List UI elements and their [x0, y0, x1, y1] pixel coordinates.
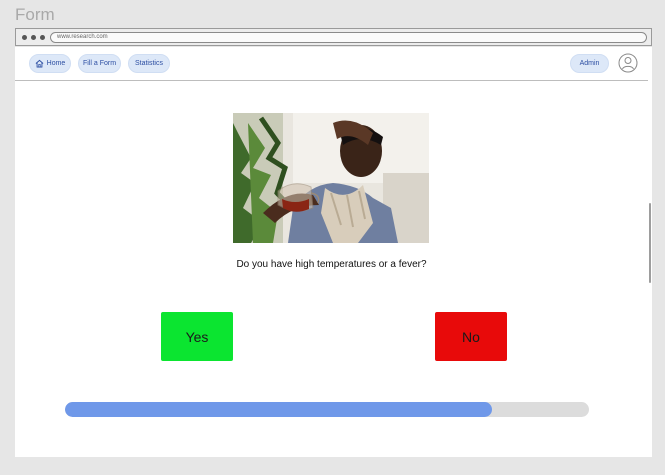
nav-statistics-button[interactable]: Statistics	[128, 54, 170, 73]
home-icon	[35, 59, 44, 68]
user-avatar-icon[interactable]	[618, 53, 638, 73]
window-dot-2[interactable]	[31, 35, 36, 40]
progress-bar	[65, 402, 589, 417]
yes-button-label: Yes	[185, 328, 209, 345]
url-input[interactable]: www.research.com	[50, 32, 647, 43]
window-controls	[22, 35, 45, 40]
progress-bar-fill	[65, 402, 493, 417]
nav-fill-form-button[interactable]: Fill a Form	[78, 54, 121, 73]
nav-home-button[interactable]: Home	[29, 54, 71, 73]
frame-title: Form	[15, 5, 55, 24]
nav-home-label: Home	[46, 60, 66, 67]
nav-fill-form-label: Fill a Form	[82, 60, 117, 67]
yes-button[interactable]: Yes	[161, 312, 233, 361]
navbar: Home Fill a Form Statistics Admin	[15, 47, 648, 81]
scrollbar[interactable]	[648, 47, 652, 457]
question-text: Do you have high temperatures or a fever…	[236, 259, 427, 270]
no-button[interactable]: No	[435, 312, 507, 361]
nav-admin-button[interactable]: Admin	[570, 54, 609, 73]
no-button-label: No	[462, 328, 480, 345]
scrollbar-thumb[interactable]	[649, 203, 651, 283]
window-dot-3[interactable]	[40, 35, 45, 40]
nav-admin-label: Admin	[579, 60, 600, 67]
window-dot-1[interactable]	[22, 35, 27, 40]
sick-person-photo	[233, 113, 429, 243]
browser-address-bar: www.research.com	[15, 28, 652, 46]
page-content: Home Fill a Form Statistics Admin Do you…	[15, 47, 648, 457]
nav-statistics-label: Statistics	[134, 60, 163, 67]
